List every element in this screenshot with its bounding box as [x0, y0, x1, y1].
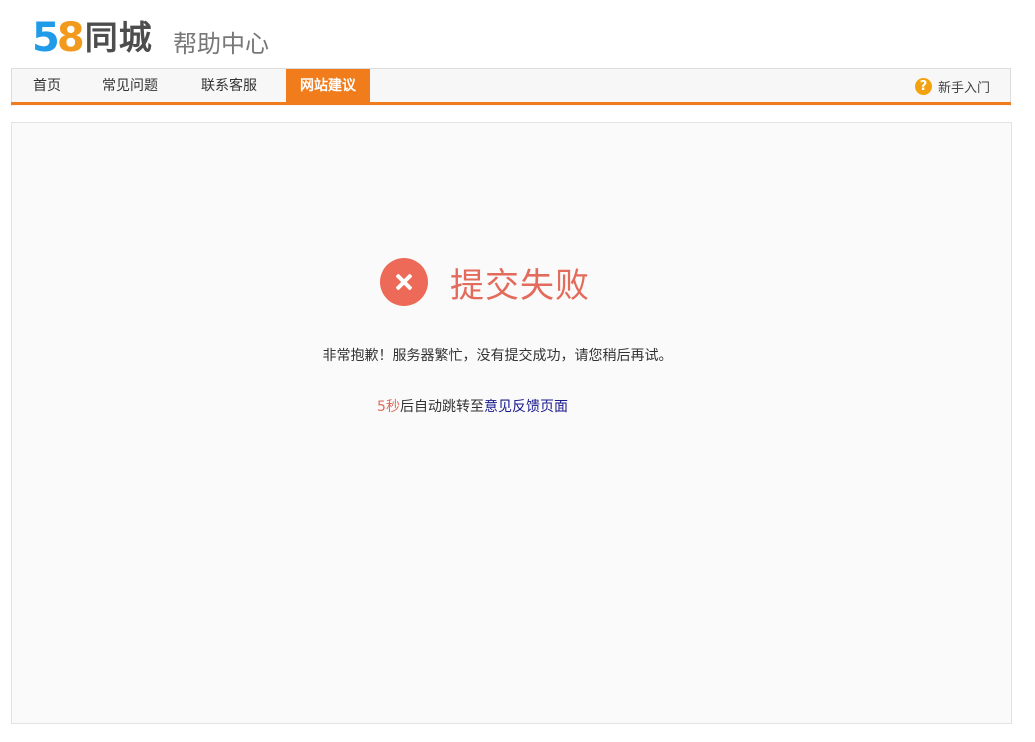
redirect-notice: 5秒后自动跳转至意见反馈页面 [12, 396, 1011, 416]
feedback-page-link[interactable]: 意见反馈页面 [484, 399, 568, 415]
fail-title: 提交失败 [450, 265, 590, 306]
site-logo[interactable]: 58 同城 [32, 18, 153, 58]
nav-item-contact[interactable]: 联系客服 [201, 69, 257, 103]
fail-message: 非常抱歉！服务器繁忙，没有提交成功，请您稍后再试。 [322, 348, 673, 364]
nav-item-home[interactable]: 首页 [33, 69, 61, 103]
countdown-seconds: 5秒 [377, 399, 400, 415]
logo-text: 同城 [84, 18, 153, 57]
site-subtitle: 帮助中心 [173, 30, 269, 58]
nav-item-faq[interactable]: 常见问题 [102, 69, 158, 103]
page-header: 58 同城 帮助中心 [0, 0, 1035, 68]
error-x-icon [380, 258, 428, 306]
fail-heading: 提交失败 [380, 257, 590, 307]
result-panel: 提交失败 非常抱歉！服务器繁忙，没有提交成功，请您稍后再试。 5秒后自动跳转至意… [11, 122, 1012, 724]
redirect-text: 后自动跳转至 [399, 399, 484, 415]
nav-underline [11, 102, 1011, 105]
nav-item-suggestion[interactable]: 网站建议 [286, 69, 370, 103]
logo-digit-5: 5 [32, 15, 60, 61]
logo-digit-8: 8 [56, 15, 85, 61]
beginner-guide-link[interactable]: ? 新手入门 [914, 69, 990, 103]
main-nav: 首页 常见问题 联系客服 网站建议 ? 新手入门 [11, 68, 1011, 106]
beginner-guide-label: 新手入门 [937, 80, 990, 96]
question-icon: ? [914, 77, 932, 95]
logo-number: 58 [32, 15, 85, 61]
